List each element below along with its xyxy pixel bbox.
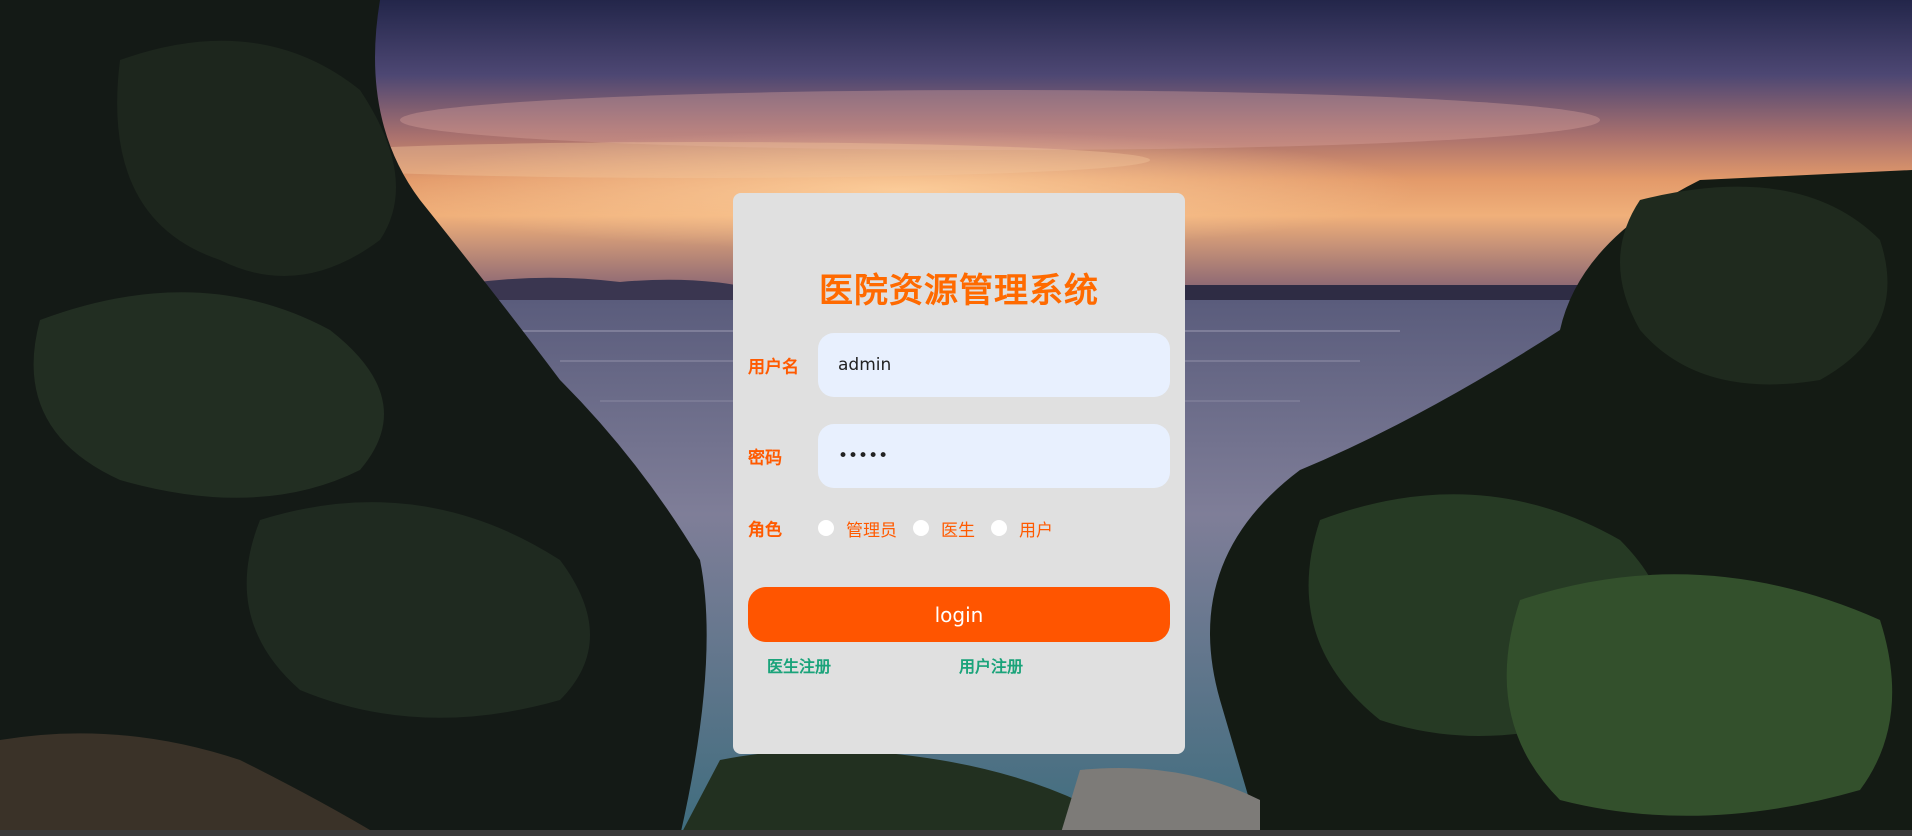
username-input[interactable] xyxy=(818,333,1170,397)
role-row: 角色 管理员 医生 用户 xyxy=(748,513,1170,543)
password-input[interactable] xyxy=(818,424,1170,488)
login-button[interactable]: login xyxy=(748,587,1170,642)
password-row: 密码 xyxy=(748,424,1170,488)
username-label: 用户名 xyxy=(748,357,799,378)
role-doctor-label: 医生 xyxy=(941,520,975,541)
user-register-link[interactable]: 用户注册 xyxy=(959,653,1023,677)
role-options: 管理员 医生 用户 xyxy=(818,513,1069,543)
role-user-label: 用户 xyxy=(1019,520,1053,541)
radio-admin[interactable] xyxy=(818,520,834,536)
password-label: 密码 xyxy=(748,448,782,469)
radio-user[interactable] xyxy=(991,520,1007,536)
role-option-admin[interactable]: 管理员 xyxy=(818,516,897,541)
page-title: 医院资源管理系统 xyxy=(819,271,1099,311)
doctor-register-link[interactable]: 医生注册 xyxy=(767,653,831,677)
role-label: 角色 xyxy=(748,520,782,541)
radio-doctor[interactable] xyxy=(913,520,929,536)
role-admin-label: 管理员 xyxy=(846,520,897,541)
login-card: 医院资源管理系统 用户名 密码 角色 管理员 医生 用户 login 医生注册 … xyxy=(733,193,1185,754)
role-option-doctor[interactable]: 医生 xyxy=(913,516,975,541)
role-option-user[interactable]: 用户 xyxy=(991,516,1053,541)
username-row: 用户名 xyxy=(748,333,1170,397)
